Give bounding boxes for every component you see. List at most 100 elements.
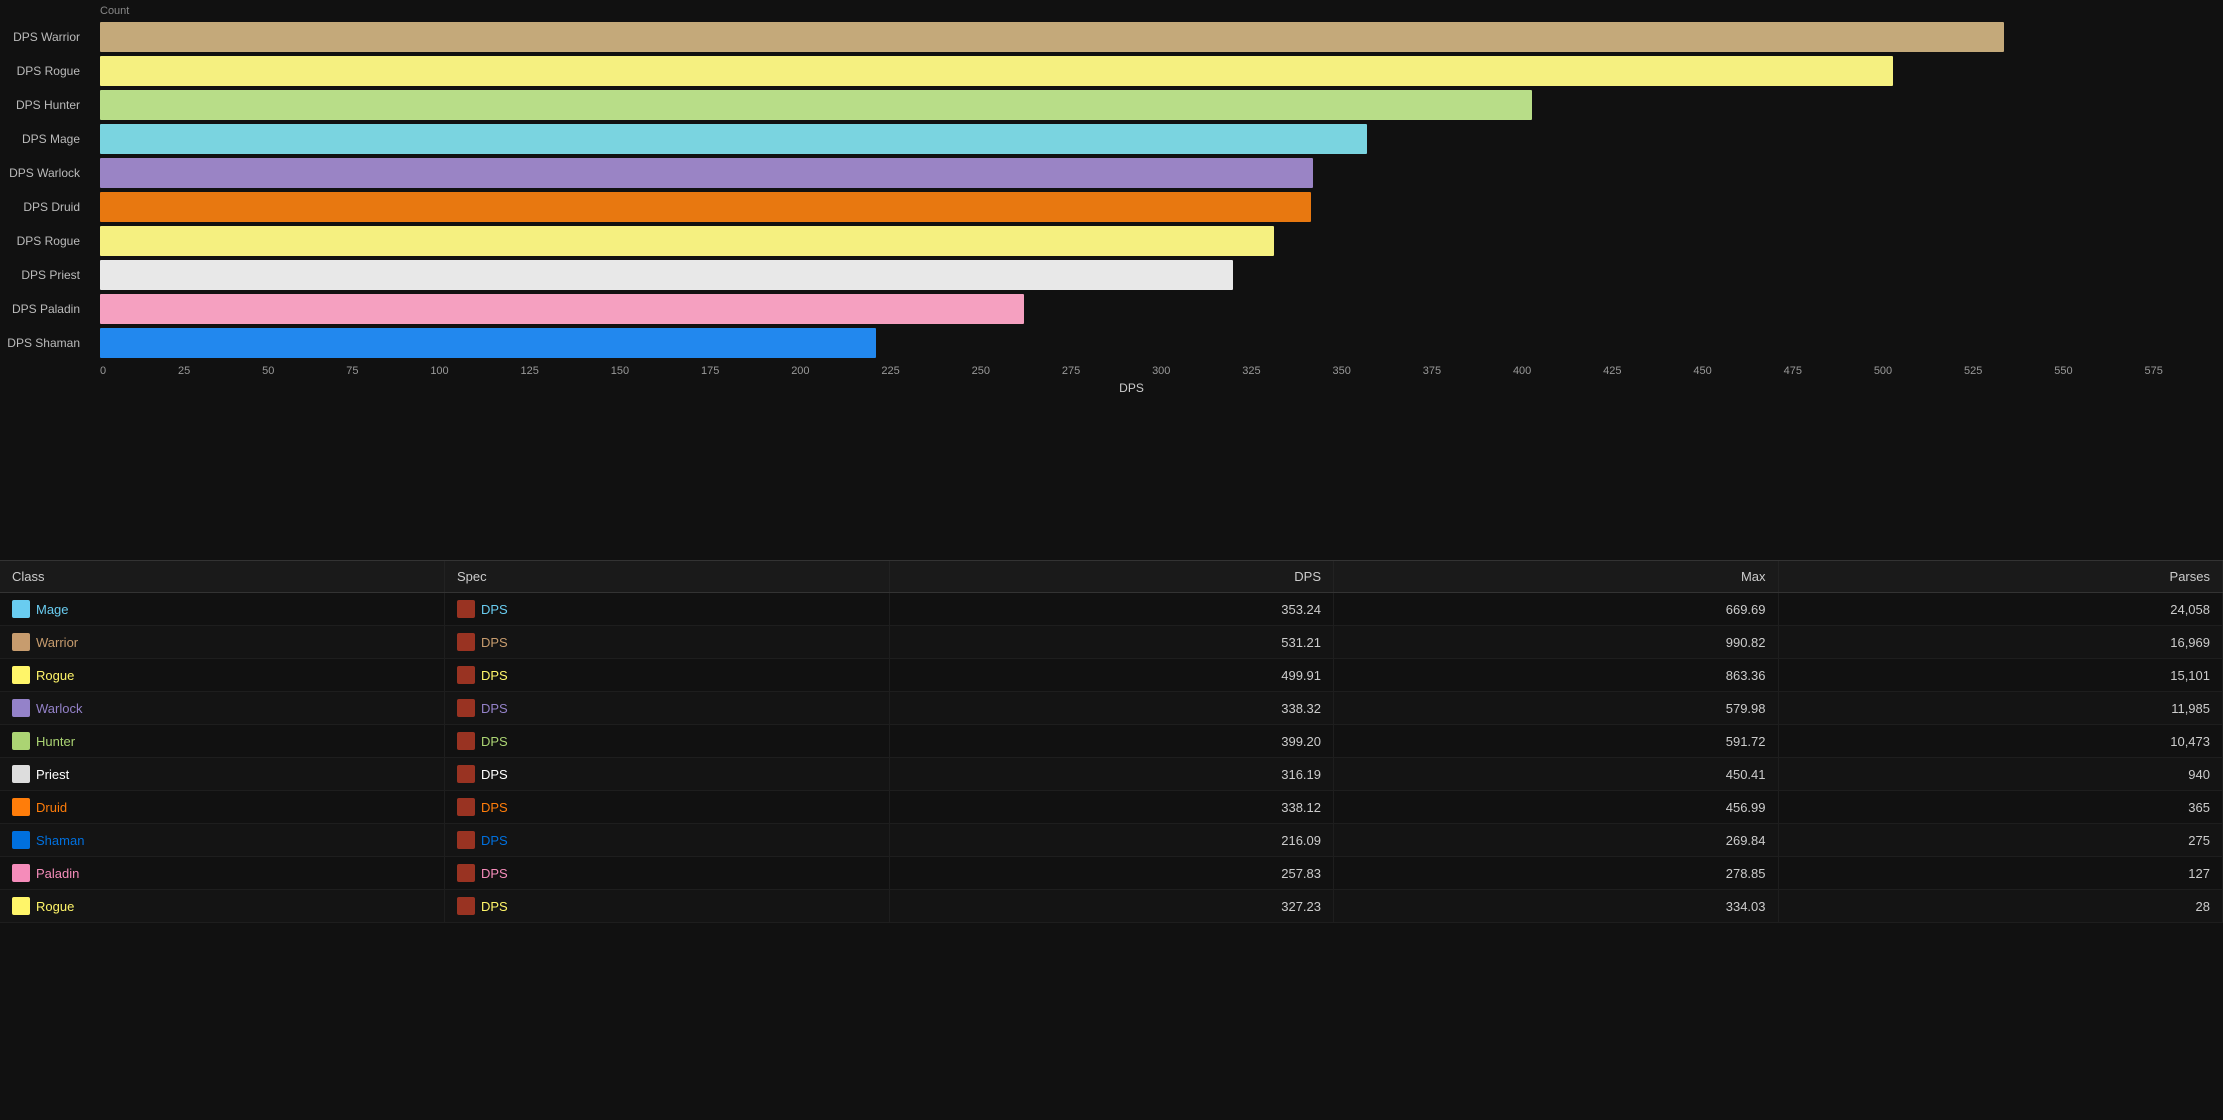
spec-icon (457, 699, 475, 717)
bar-fill (100, 158, 1313, 188)
spec-name: DPS (481, 602, 508, 617)
x-axis-tick: 350 (1333, 365, 1351, 377)
spec-icon (457, 732, 475, 750)
table-row[interactable]: PaladinDPS257.83278.85127 (0, 857, 2223, 890)
x-axis-tick: 500 (1874, 365, 1892, 377)
x-axis-tick: 125 (521, 365, 539, 377)
bar-fill (100, 260, 1233, 290)
spec-icon (457, 600, 475, 618)
parses-value: 28 (1778, 890, 2223, 923)
spec-icon (457, 864, 475, 882)
spec-cell: DPS (445, 659, 890, 692)
spec-name: DPS (481, 866, 508, 881)
parses-value: 940 (1778, 758, 2223, 791)
bar-label: DPS Rogue (0, 234, 90, 248)
x-axis-tick: 525 (1964, 365, 1982, 377)
table-row[interactable]: ShamanDPS216.09269.84275 (0, 824, 2223, 857)
bar-row: DPS Druid (100, 190, 2163, 224)
table-row[interactable]: WarriorDPS531.21990.8216,969 (0, 626, 2223, 659)
bar-row: DPS Shaman (100, 326, 2163, 360)
x-axis-tick: 450 (1693, 365, 1711, 377)
class-name: Shaman (36, 833, 84, 848)
x-axis-tick: 575 (2144, 365, 2162, 377)
spec-name: DPS (481, 767, 508, 782)
class-cell: Mage (0, 593, 445, 626)
dps-value: 399.20 (889, 725, 1334, 758)
x-axis-tick: 300 (1152, 365, 1170, 377)
table-row[interactable]: RogueDPS327.23334.0328 (0, 890, 2223, 923)
x-axis-tick: 75 (346, 365, 358, 377)
bar-row: DPS Paladin (100, 292, 2163, 326)
class-icon (12, 699, 30, 717)
table-row[interactable]: DruidDPS338.12456.99365 (0, 791, 2223, 824)
parses-value: 10,473 (1778, 725, 2223, 758)
x-axis-tick: 375 (1423, 365, 1441, 377)
bar-track (100, 88, 2163, 122)
dps-table: Class Spec DPS Max Parses MageDPS353.246… (0, 561, 2223, 923)
header-dps: DPS (889, 561, 1334, 593)
chart-section: Count DPS WarriorDPS RogueDPS HunterDPS … (0, 0, 2223, 560)
parses-value: 24,058 (1778, 593, 2223, 626)
x-axis-tick: 475 (1784, 365, 1802, 377)
table-row[interactable]: HunterDPS399.20591.7210,473 (0, 725, 2223, 758)
table-row[interactable]: RogueDPS499.91863.3615,101 (0, 659, 2223, 692)
spec-name: DPS (481, 668, 508, 683)
parses-value: 365 (1778, 791, 2223, 824)
bar-track (100, 326, 2163, 360)
table-row[interactable]: PriestDPS316.19450.41940 (0, 758, 2223, 791)
bar-fill (100, 22, 2004, 52)
table-row[interactable]: WarlockDPS338.32579.9811,985 (0, 692, 2223, 725)
bar-label: DPS Paladin (0, 302, 90, 316)
bar-label: DPS Mage (0, 132, 90, 146)
dps-value: 327.23 (889, 890, 1334, 923)
spec-cell: DPS (445, 857, 890, 890)
bar-fill (100, 226, 1274, 256)
max-value: 334.03 (1334, 890, 1779, 923)
bar-label: DPS Hunter (0, 98, 90, 112)
class-cell: Paladin (0, 857, 445, 890)
bar-label: DPS Druid (0, 200, 90, 214)
dps-value: 216.09 (889, 824, 1334, 857)
spec-cell: DPS (445, 758, 890, 791)
dps-value: 353.24 (889, 593, 1334, 626)
max-value: 456.99 (1334, 791, 1779, 824)
spec-cell: DPS (445, 791, 890, 824)
class-cell: Shaman (0, 824, 445, 857)
class-name: Mage (36, 602, 69, 617)
class-name: Rogue (36, 899, 74, 914)
table-section: Class Spec DPS Max Parses MageDPS353.246… (0, 560, 2223, 923)
spec-cell: DPS (445, 692, 890, 725)
class-cell: Rogue (0, 890, 445, 923)
bar-fill (100, 294, 1024, 324)
spec-cell: DPS (445, 593, 890, 626)
max-value: 579.98 (1334, 692, 1779, 725)
dps-value: 499.91 (889, 659, 1334, 692)
table-row[interactable]: MageDPS353.24669.6924,058 (0, 593, 2223, 626)
x-axis-tick: 225 (881, 365, 899, 377)
spec-cell: DPS (445, 824, 890, 857)
bar-row: DPS Warrior (100, 20, 2163, 54)
bar-label: DPS Priest (0, 268, 90, 282)
parses-value: 127 (1778, 857, 2223, 890)
x-axis-tick: 325 (1242, 365, 1260, 377)
bar-row: DPS Warlock (100, 156, 2163, 190)
header-class: Class (0, 561, 445, 593)
dps-value: 531.21 (889, 626, 1334, 659)
class-name: Rogue (36, 668, 74, 683)
x-axis-tick: 275 (1062, 365, 1080, 377)
bar-track (100, 292, 2163, 326)
spec-icon (457, 633, 475, 651)
bar-label: DPS Shaman (0, 336, 90, 350)
class-cell: Priest (0, 758, 445, 791)
class-cell: Rogue (0, 659, 445, 692)
dps-value: 338.12 (889, 791, 1334, 824)
spec-icon (457, 765, 475, 783)
max-value: 863.36 (1334, 659, 1779, 692)
max-value: 450.41 (1334, 758, 1779, 791)
bar-label: DPS Rogue (0, 64, 90, 78)
x-axis-tick: 50 (262, 365, 274, 377)
class-icon (12, 831, 30, 849)
class-name: Warlock (36, 701, 82, 716)
bar-track (100, 54, 2163, 88)
bar-row: DPS Priest (100, 258, 2163, 292)
